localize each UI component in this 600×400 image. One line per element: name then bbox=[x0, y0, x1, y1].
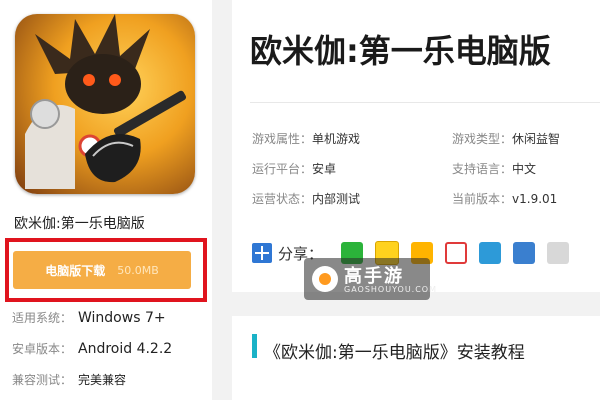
print-icon[interactable] bbox=[513, 242, 536, 264]
spec-row-compat: 兼容测试： 完美兼容 bbox=[12, 371, 126, 388]
attr-value: v1.9.01 bbox=[512, 192, 558, 206]
spec-key: 兼容测试： bbox=[12, 373, 73, 387]
attr-key: 当前版本： bbox=[452, 192, 513, 206]
section-title: 《欧米伽:第一乐电脑版》安装教程 bbox=[264, 343, 525, 363]
spec-value: 完美兼容 bbox=[78, 373, 127, 387]
attr-game-property: 游戏属性：单机游戏 bbox=[252, 130, 360, 147]
download-size: 50.0MB bbox=[117, 263, 159, 277]
attr-language: 支持语言：中文 bbox=[452, 160, 536, 177]
app-icon-image bbox=[15, 14, 195, 194]
attr-key: 运营状态： bbox=[252, 192, 313, 206]
attr-key: 游戏类型： bbox=[452, 132, 513, 146]
attr-value: 安卓 bbox=[312, 162, 337, 176]
attr-key: 运行平台： bbox=[252, 162, 313, 176]
attr-value: 中文 bbox=[512, 162, 537, 176]
site-watermark: 高手游 GAOSHOUYOU.COM bbox=[304, 258, 436, 300]
install-guide-section: 《欧米伽:第一乐电脑版》安装教程 bbox=[232, 316, 600, 400]
download-button[interactable]: 电脑版下载 50.0MB bbox=[13, 251, 191, 289]
download-button-label: 电脑版下载 bbox=[45, 263, 106, 278]
app-name: 欧米伽:第一乐电脑版 bbox=[14, 216, 145, 232]
weibo-icon[interactable] bbox=[445, 242, 468, 264]
copy-icon[interactable] bbox=[547, 242, 570, 264]
spec-value: Windows 7+ bbox=[78, 310, 166, 326]
share-plus-icon[interactable] bbox=[252, 243, 272, 263]
game-info-card: 欧米伽:第一乐电脑版 游戏属性：单机游戏 游戏类型：休闲益智 运行平台：安卓 支… bbox=[232, 0, 600, 292]
attr-key: 支持语言： bbox=[452, 162, 513, 176]
tencent-weibo-icon[interactable] bbox=[479, 242, 502, 264]
spec-value: Android 4.2.2 bbox=[78, 341, 173, 357]
page-title: 欧米伽:第一乐电脑版 bbox=[250, 32, 551, 70]
attr-game-type: 游戏类型：休闲益智 bbox=[452, 130, 560, 147]
spec-key: 适用系统： bbox=[12, 311, 73, 325]
section-accent-bar bbox=[252, 334, 257, 358]
attr-key: 游戏属性： bbox=[252, 132, 313, 146]
site-logo-icon bbox=[312, 266, 338, 292]
spec-key: 安卓版本： bbox=[12, 342, 73, 356]
attr-value: 休闲益智 bbox=[512, 132, 561, 146]
attr-value: 内部测试 bbox=[312, 192, 361, 206]
spec-row-android: 安卓版本： Android 4.2.2 bbox=[12, 340, 172, 357]
attr-platform: 运行平台：安卓 bbox=[252, 160, 336, 177]
watermark-url: GAOSHOUYOU.COM bbox=[344, 285, 438, 294]
attr-version: 当前版本：v1.9.01 bbox=[452, 190, 557, 207]
attr-value: 单机游戏 bbox=[312, 132, 361, 146]
app-sidebar: 欧米伽:第一乐电脑版 电脑版下载 50.0MB 适用系统： Windows 7+ … bbox=[0, 0, 212, 400]
divider bbox=[250, 102, 600, 103]
attr-status: 运营状态：内部测试 bbox=[252, 190, 360, 207]
spec-row-system: 适用系统： Windows 7+ bbox=[12, 309, 166, 326]
